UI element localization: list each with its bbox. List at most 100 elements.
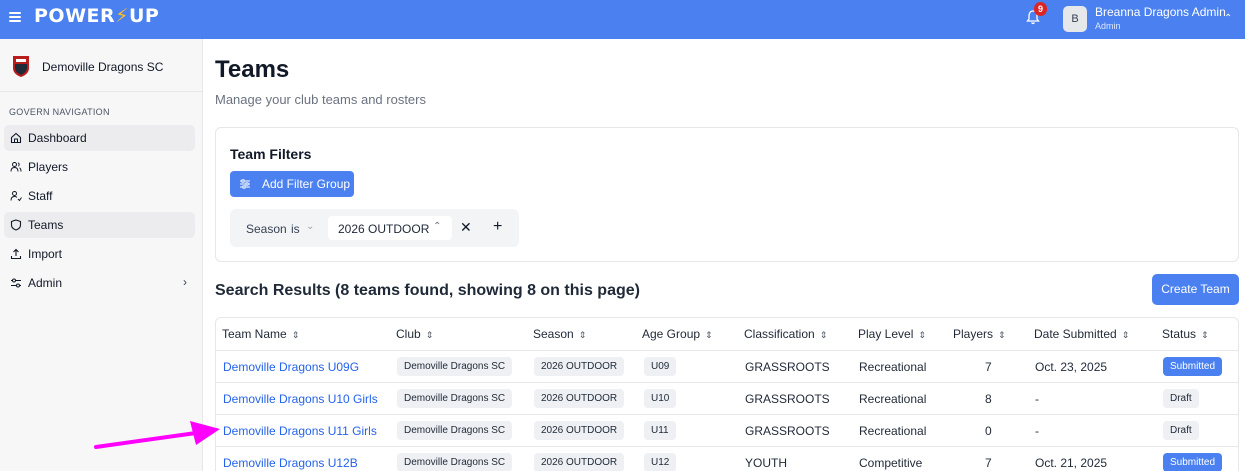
age-group-pill: U10 [644, 389, 677, 408]
users-icon [10, 162, 22, 172]
club-pill: Demoville Dragons SC [397, 453, 513, 471]
team-name-link[interactable]: Demoville Dragons U09G [223, 360, 359, 374]
column-header-label: Date Submitted [1034, 327, 1117, 341]
column-header-team-name[interactable]: Team Name ⇕ [222, 327, 299, 341]
sidebar-item-import[interactable]: Import [4, 241, 195, 267]
sidebar-item-label: Players [28, 160, 69, 174]
notification-badge: 9 [1034, 2, 1048, 16]
results-table: Team Name ⇕ Club ⇕ Season ⇕ Age Group ⇕ Clas… [215, 317, 1239, 471]
sort-icon: ⇕ [291, 330, 300, 340]
club-pill: Demoville Dragons SC [397, 357, 513, 376]
filter-field[interactable]: Season [246, 222, 287, 236]
sidebar-item-label: Teams [28, 218, 64, 232]
sidebar-item-teams[interactable]: Teams [4, 212, 195, 238]
team-name-link[interactable]: Demoville Dragons U12B [223, 456, 358, 470]
sort-icon: ⇕ [705, 330, 713, 340]
club-logo-icon[interactable] [11, 54, 31, 78]
avatar[interactable]: B [1063, 6, 1087, 32]
app-logo[interactable]: POWER⚡UP [34, 5, 159, 27]
players-cell: 8 [985, 392, 992, 406]
age-group-pill: U09 [644, 357, 677, 376]
sidebar-item-staff[interactable]: Staff [4, 183, 195, 209]
chevron-right-icon: › [183, 275, 187, 289]
play-level-cell: Recreational [859, 360, 927, 374]
column-header-season[interactable]: Season ⇕ [533, 327, 586, 341]
create-team-button[interactable]: Create Team [1152, 274, 1239, 305]
column-header-label: Club [396, 327, 421, 341]
club-name[interactable]: Demoville Dragons SC [42, 60, 163, 74]
age-group-pill: U11 [644, 421, 676, 440]
filter-operator[interactable]: is [291, 222, 300, 236]
close-icon[interactable]: ✕ [460, 219, 472, 236]
sidebar-item-label: Import [28, 247, 63, 261]
home-icon [10, 132, 22, 144]
user-role: Admin [1095, 21, 1121, 31]
sidebar-item-label: Staff [28, 189, 53, 203]
date-submitted-cell: - [1035, 424, 1039, 438]
column-header-label: Age Group [642, 327, 701, 341]
column-header-classification[interactable]: Classification ⇕ [744, 327, 827, 341]
sort-icon: ⇕ [578, 330, 587, 340]
classification-cell: YOUTH [745, 456, 787, 470]
column-header-status[interactable]: Status ⇕ [1162, 327, 1209, 341]
settings-icon [11, 278, 21, 288]
sort-icon: ⇕ [1201, 330, 1209, 340]
column-header-play-level[interactable]: Play Level ⇕ [858, 327, 926, 341]
shield-icon [10, 219, 22, 231]
user-name[interactable]: Breanna Dragons Admin [1095, 5, 1226, 19]
chevron-up-down-icon[interactable]: ⌃ [1224, 13, 1232, 24]
classification-cell: GRASSROOTS [745, 360, 830, 374]
team-name-link[interactable]: Demoville Dragons U11 Girls [223, 424, 377, 438]
status-badge: Submitted [1163, 453, 1223, 471]
staff-icon [10, 191, 22, 202]
divider [0, 91, 203, 92]
column-header-club[interactable]: Club ⇕ [396, 327, 433, 341]
date-submitted-cell: Oct. 23, 2025 [1035, 360, 1108, 374]
sidebar-item-players[interactable]: Players [4, 154, 195, 180]
column-header-label: Team Name [222, 327, 287, 341]
date-submitted-cell: Oct. 21, 2025 [1035, 456, 1108, 470]
age-group-pill: U12 [644, 453, 677, 471]
column-header-players[interactable]: Players ⇕ [953, 327, 1006, 341]
sort-icon: ⇕ [425, 330, 434, 340]
players-cell: 7 [985, 360, 992, 374]
top-bar: POWER⚡UP 9 B Breanna Dragons Admin Admin… [0, 0, 1245, 39]
menu-icon[interactable] [9, 12, 21, 22]
sidebar-item-admin[interactable]: Admin › [4, 270, 195, 296]
column-header-label: Status [1162, 327, 1197, 341]
filter-value-select[interactable]: 2026 OUTDOOR ⌃ [328, 216, 452, 240]
classification-cell: GRASSROOTS [745, 424, 830, 438]
upload-icon [10, 248, 22, 260]
table-row: Demoville Dragons U12B Demoville Dragons… [216, 446, 1238, 471]
column-header-label: Play Level [858, 327, 914, 341]
sliders-icon [240, 179, 250, 189]
sidebar-item-label: Admin [28, 276, 63, 290]
plus-icon[interactable]: + [493, 218, 502, 236]
team-name-link[interactable]: Demoville Dragons U10 Girls [223, 392, 378, 406]
column-header-date-submitted[interactable]: Date Submitted ⇕ [1034, 327, 1129, 341]
status-badge: Draft [1163, 421, 1199, 440]
chevron-down-icon[interactable]: ⌄ [306, 221, 314, 232]
sidebar: Demoville Dragons SC GOVERN NAVIGATION D… [0, 39, 203, 471]
sidebar-item-dashboard[interactable]: Dashboard [4, 125, 195, 151]
column-header-age-group[interactable]: Age Group ⇕ [642, 327, 713, 341]
column-header-label: Classification [744, 327, 815, 341]
table-row: Demoville Dragons U11 Girls Demoville Dr… [216, 414, 1238, 446]
play-level-cell: Competitive [859, 456, 923, 470]
classification-cell: GRASSROOTS [745, 392, 830, 406]
season-pill: 2026 OUTDOOR [534, 357, 625, 376]
add-filter-group-button[interactable]: Add Filter Group [230, 171, 354, 197]
chevron-up-down-icon: ⌃ [433, 221, 442, 232]
table-row: Demoville Dragons U09G Demoville Dragons… [216, 350, 1238, 382]
column-header-label: Season [533, 327, 574, 341]
play-level-cell: Recreational [859, 424, 927, 438]
season-pill: 2026 OUTDOOR [534, 389, 625, 408]
sort-icon: ⇕ [998, 330, 1006, 340]
page-title: Teams [215, 56, 290, 83]
add-filter-group-label: Add Filter Group [262, 177, 351, 191]
team-filters-card: Team Filters Add Filter Group Season is … [215, 127, 1239, 262]
column-header-label: Players [953, 327, 994, 341]
sort-icon: ⇕ [819, 330, 828, 340]
sort-icon: ⇕ [1121, 330, 1130, 340]
status-badge: Draft [1163, 389, 1199, 408]
